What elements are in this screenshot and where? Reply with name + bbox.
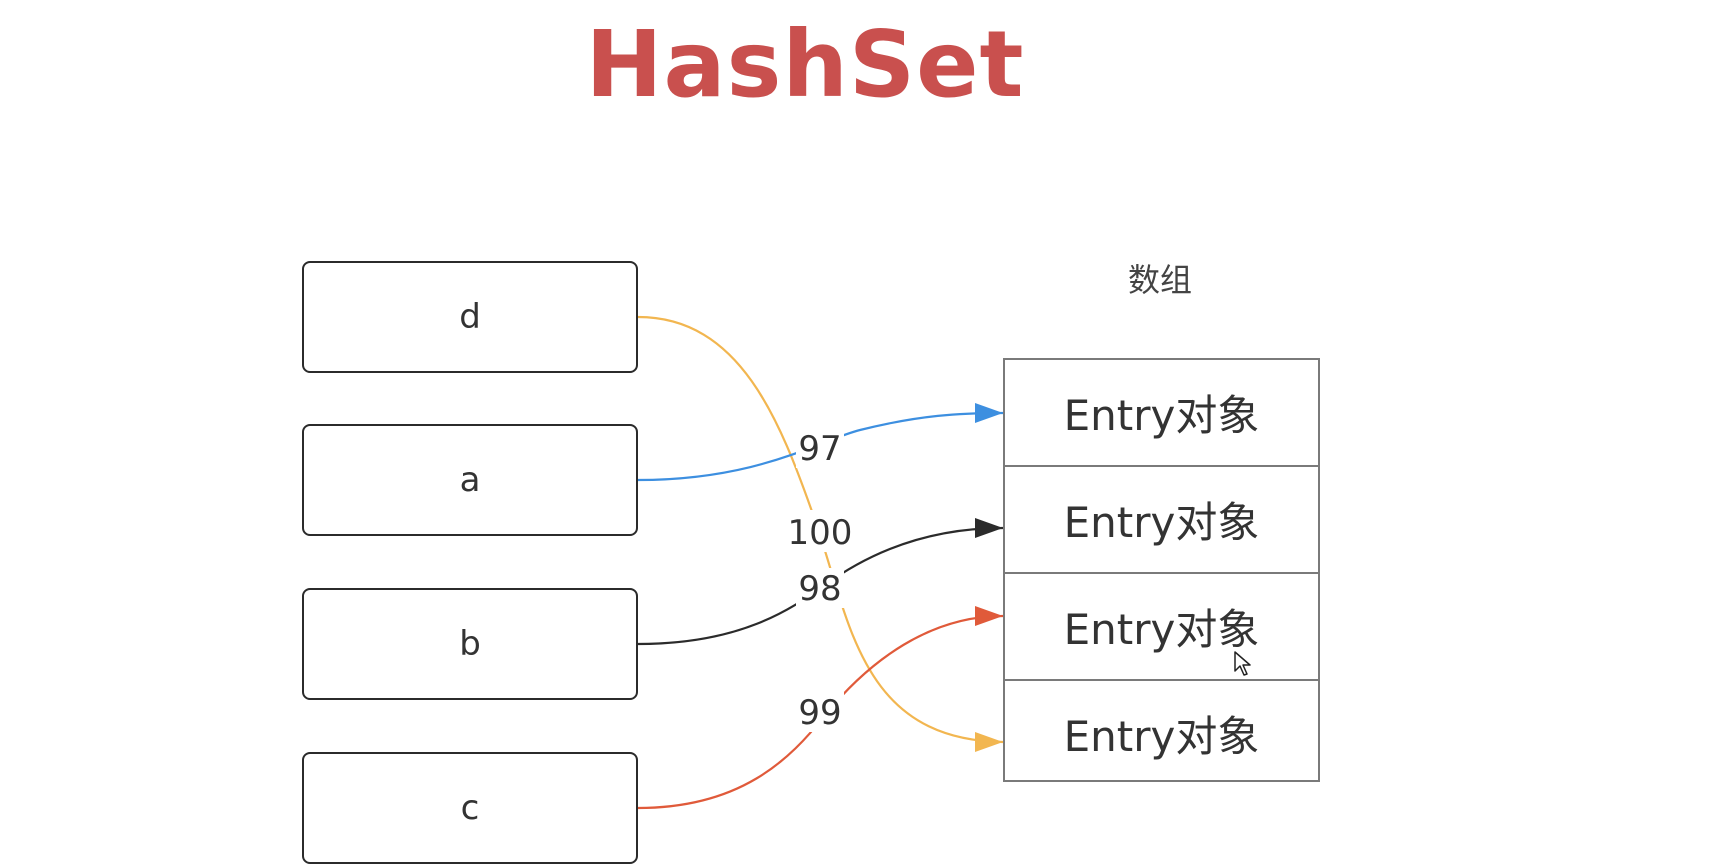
hash-links: 97 100 98 99 xyxy=(637,315,1004,810)
link-d-arrowhead xyxy=(975,732,1003,752)
link-b-label: 98 xyxy=(798,569,841,609)
mouse-cursor-icon xyxy=(1234,651,1251,676)
link-b-arrowhead xyxy=(975,518,1003,538)
link-a-arrowhead xyxy=(975,403,1003,423)
link-c-label: 99 xyxy=(798,693,841,733)
link-a-label: 97 xyxy=(798,429,841,469)
link-c-arrowhead xyxy=(975,606,1003,626)
link-d-label: 100 xyxy=(788,513,853,553)
